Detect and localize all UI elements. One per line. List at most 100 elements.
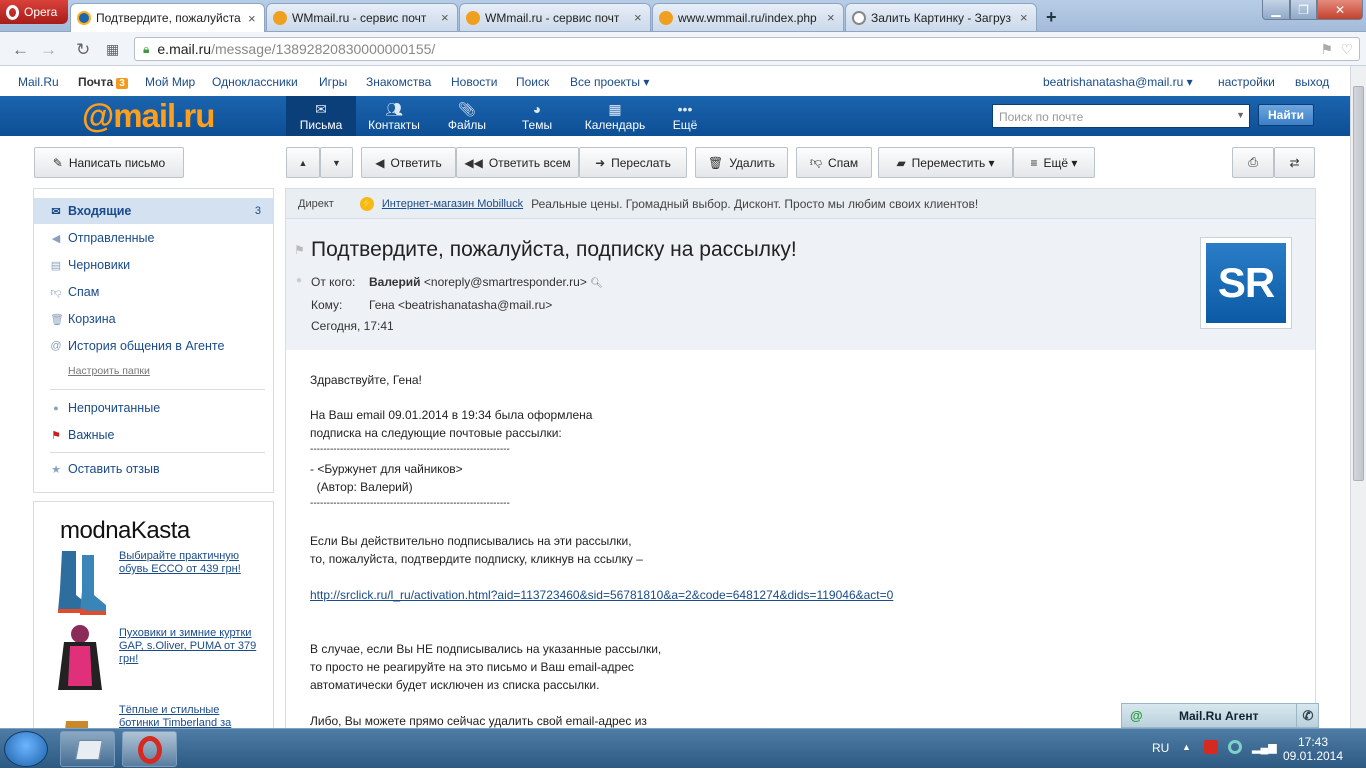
nav-tab-themes[interactable]: ◕ Темы	[512, 96, 562, 136]
app-tray-icon[interactable]	[1228, 740, 1242, 754]
antivirus-tray-icon[interactable]	[1204, 740, 1218, 754]
taskbar-explorer-icon[interactable]	[60, 731, 115, 767]
compose-button[interactable]: ✎ Написать письмо	[34, 147, 184, 178]
tab-title: WMmail.ru - сервис почт	[485, 10, 620, 25]
nav-tab-calendar[interactable]: ▦ Календарь	[580, 96, 650, 136]
bookmark-flag-icon[interactable]: ⚑	[1320, 41, 1333, 58]
mail-search-input[interactable]: Поиск по почте ▼	[992, 104, 1250, 128]
portal-link-mailru[interactable]: Mail.Ru	[18, 75, 59, 89]
folder-sent[interactable]: ◀ Отправленные	[34, 225, 273, 251]
speed-dial-grid-icon[interactable]: ▦	[106, 41, 119, 58]
direct-ad-link[interactable]: Интернет-магазин Mobilluck	[382, 198, 523, 210]
read-status-dot-icon[interactable]: ●	[296, 275, 302, 286]
new-tab-plus-icon[interactable]: +	[1046, 7, 1057, 28]
close-tab-icon[interactable]: ×	[248, 11, 258, 26]
folder-trash[interactable]: 🗑︎ Корзина	[34, 306, 273, 332]
heart-icon[interactable]: ♡	[1340, 41, 1353, 58]
jacket-image[interactable]	[48, 624, 112, 694]
ad-link[interactable]: Тёплые и стильные ботинки Timberland за	[119, 704, 259, 730]
body-line: автоматически будет исключен из списка р…	[310, 678, 600, 692]
logo-at: @	[82, 97, 114, 134]
reply-all-button[interactable]: ◀◀ Ответить всем	[456, 147, 579, 178]
browser-tab[interactable]: WMmail.ru - сервис почт ×	[266, 3, 458, 31]
ad-link[interactable]: Пуховики и зимние куртки GAP, s.Oliver, …	[119, 627, 259, 666]
ad-link[interactable]: Выбирайте практичную обувь ECCO от 439 г…	[119, 550, 259, 576]
spam-button[interactable]: 👎︎ Спам	[796, 147, 872, 178]
system-clock[interactable]: 17:43 09.01.2014	[1278, 735, 1348, 763]
ad-brand-logo[interactable]: modnaKasta	[60, 517, 190, 545]
delete-button[interactable]: 🗑︎ Удалить	[695, 147, 788, 178]
print-button[interactable]: ⎙	[1232, 147, 1274, 178]
boots-image[interactable]	[48, 547, 112, 617]
reply-button[interactable]: ◀ Ответить	[361, 147, 456, 178]
more-actions-button[interactable]: ≡ Ещё ▾	[1013, 147, 1095, 178]
from-value[interactable]: Валерий <noreply@smartresponder.ru> 🔍︎	[369, 275, 603, 289]
flag-icon[interactable]: ⚑	[294, 243, 305, 257]
windows-start-button[interactable]	[4, 731, 48, 767]
minimize-window-icon[interactable]: ▁	[1262, 0, 1290, 20]
maximize-window-icon[interactable]: ❐	[1290, 0, 1317, 20]
address-bar[interactable]: 🔒︎ e.mail.ru /message/138928208300000001…	[134, 37, 1360, 61]
activation-link[interactable]: http://srclick.ru/l_ru/activation.html?a…	[310, 588, 893, 602]
scrollbar-thumb[interactable]	[1353, 86, 1364, 481]
phone-icon[interactable]: ✆	[1296, 704, 1319, 727]
logout-link[interactable]: выход	[1295, 75, 1329, 89]
vertical-scrollbar[interactable]	[1350, 66, 1366, 728]
network-signal-icon[interactable]: ▂▄▆	[1252, 741, 1277, 754]
search-sender-icon[interactable]: 🔍︎	[590, 278, 603, 289]
settings-link[interactable]: настройки	[1218, 75, 1275, 89]
folder-inbox[interactable]: ✉ Входящие 3	[34, 198, 273, 224]
mailru-agent-widget[interactable]: @ Mail.Ru Агент ✆	[1121, 703, 1319, 728]
agent-at-icon: @	[1130, 708, 1143, 723]
sender-name: Валерий	[369, 275, 421, 289]
move-button[interactable]: ▰ Переместить ▾	[878, 147, 1013, 178]
previous-message-button[interactable]: ▲	[286, 147, 320, 178]
taskbar-opera-icon[interactable]	[122, 731, 177, 767]
portal-link-ok[interactable]: Одноклассники	[212, 75, 298, 89]
close-tab-icon[interactable]: ×	[441, 10, 451, 25]
opera-menu-button[interactable]: Opera	[0, 0, 68, 24]
nav-tab-contacts[interactable]: 👥︎ Контакты	[360, 96, 428, 136]
folder-drafts[interactable]: ▤ Черновики	[34, 252, 273, 278]
browser-tab-active[interactable]: Подтвердите, пожалуйста ×	[70, 3, 265, 32]
portal-link-all-projects[interactable]: Все проекты ▾	[570, 75, 649, 89]
browser-tab[interactable]: WMmail.ru - сервис почт ×	[459, 3, 651, 31]
portal-link-search[interactable]: Поиск	[516, 75, 549, 89]
portal-link-mail[interactable]: Почта 3	[78, 75, 128, 89]
trash-icon: 🗑︎	[707, 155, 724, 170]
filter-unread[interactable]: ● Непрочитанные	[34, 395, 273, 421]
mailru-logo[interactable]: @mail.ru	[82, 97, 215, 135]
feedback-link[interactable]: ★ Оставить отзыв	[34, 456, 273, 482]
to-value[interactable]: Гена <beatrishanatasha@mail.ru>	[369, 298, 552, 312]
close-tab-icon[interactable]: ×	[1020, 10, 1030, 25]
tray-expand-icon[interactable]: ▲	[1182, 742, 1191, 752]
portal-link-dating[interactable]: Знакомства	[366, 75, 431, 89]
portal-link-news[interactable]: Новости	[451, 75, 497, 89]
back-arrow-icon[interactable]: ←	[12, 40, 29, 60]
search-button[interactable]: Найти	[1258, 104, 1314, 126]
configure-folders-link[interactable]: Настроить папки	[68, 365, 150, 377]
translate-button[interactable]: ⇄	[1274, 147, 1315, 178]
move-label: Переместить ▾	[911, 155, 995, 170]
user-email-menu[interactable]: beatrishanatasha@mail.ru ▾	[1043, 75, 1193, 89]
folder-spam[interactable]: 👎︎ Спам	[34, 279, 273, 305]
nav-tab-letters[interactable]: ✉ Письма	[286, 96, 356, 136]
portal-link-games[interactable]: Игры	[319, 75, 347, 89]
close-tab-icon[interactable]: ×	[827, 10, 837, 25]
browser-tab[interactable]: www.wmmail.ru/index.php ×	[652, 3, 844, 31]
delete-label: Удалить	[729, 155, 776, 170]
forward-arrow-icon[interactable]: →	[40, 40, 57, 60]
filter-important[interactable]: ⚑ Важные	[34, 422, 273, 448]
browser-tab[interactable]: Залить Картинку - Загруз ×	[845, 3, 1037, 31]
folder-agent-history[interactable]: @ История общения в Агенте	[34, 333, 273, 359]
language-indicator[interactable]: RU	[1152, 741, 1169, 755]
reload-icon[interactable]: ↻	[76, 40, 90, 60]
nav-tab-more[interactable]: ••• Ещё	[666, 96, 704, 136]
nav-tab-files[interactable]: 📎︎ Файлы	[440, 96, 494, 136]
portal-link-mymir[interactable]: Мой Мир	[145, 75, 195, 89]
search-dropdown-icon[interactable]: ▼	[1236, 110, 1245, 120]
close-window-icon[interactable]: ✕	[1317, 0, 1363, 20]
close-tab-icon[interactable]: ×	[634, 10, 644, 25]
forward-button[interactable]: ➜ Переслать	[579, 147, 687, 178]
next-message-button[interactable]: ▼	[320, 147, 353, 178]
